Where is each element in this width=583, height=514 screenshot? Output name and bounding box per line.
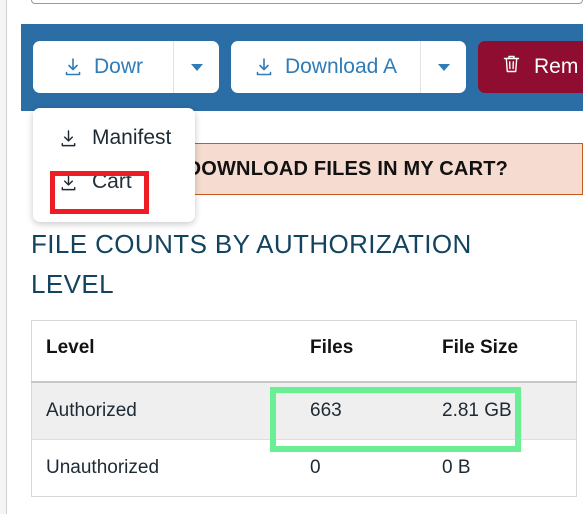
cell-file-size: 2.81 GB: [428, 382, 577, 440]
download-icon: [254, 57, 274, 77]
action-toolbar: Dowr Download A Rem: [21, 24, 583, 111]
column-header-file-size: File Size: [428, 320, 577, 383]
chevron-down-icon: [190, 63, 203, 71]
download-all-dropdown-toggle[interactable]: [420, 41, 466, 93]
menu-item-manifest-label: Manifest: [92, 126, 172, 149]
column-header-level: Level: [31, 320, 296, 383]
download-all-button[interactable]: Download A: [231, 41, 420, 93]
table-row: Unauthorized 0 0 B: [32, 440, 577, 497]
partial-panel-above: [31, 0, 583, 4]
menu-item-cart[interactable]: Cart: [33, 160, 195, 204]
file-counts-table: Level Files File Size Authorized 663 2.8…: [31, 320, 577, 497]
download-dropdown-menu[interactable]: Manifest Cart: [33, 108, 195, 222]
download-all-button-group[interactable]: Download A: [231, 41, 466, 93]
cell-file-size: 0 B: [442, 457, 471, 478]
download-icon: [59, 129, 78, 148]
table-header-row: Level Files File Size: [31, 320, 577, 383]
column-header-files: Files: [296, 320, 428, 383]
left-scroll-gutter: [0, 0, 7, 514]
chevron-down-icon: [437, 63, 450, 71]
download-all-button-label: Download A: [284, 55, 398, 78]
remove-button[interactable]: Rem: [478, 41, 583, 93]
cell-files: 0: [310, 457, 321, 478]
page-title: FILE COUNTS BY AUTHORIZATION LEVEL: [31, 229, 472, 300]
cell-level: Unauthorized: [46, 457, 160, 478]
download-button-group[interactable]: Dowr: [33, 41, 219, 93]
download-dropdown-toggle[interactable]: [173, 41, 219, 93]
cell-level: Authorized: [31, 382, 296, 440]
cell-files: 663: [296, 382, 428, 440]
remove-button-label: Rem: [534, 55, 579, 78]
menu-item-manifest[interactable]: Manifest: [33, 116, 195, 160]
download-icon: [59, 173, 78, 192]
table-row: Authorized 663 2.81 GB: [31, 382, 577, 440]
trash-icon: [502, 54, 521, 80]
download-icon: [63, 57, 83, 77]
menu-item-cart-label: Cart: [92, 170, 132, 193]
download-button-label: Dowr: [93, 55, 143, 78]
alert-text: TO DOWNLOAD FILES IN MY CART?: [153, 157, 509, 180]
download-button[interactable]: Dowr: [33, 41, 173, 93]
